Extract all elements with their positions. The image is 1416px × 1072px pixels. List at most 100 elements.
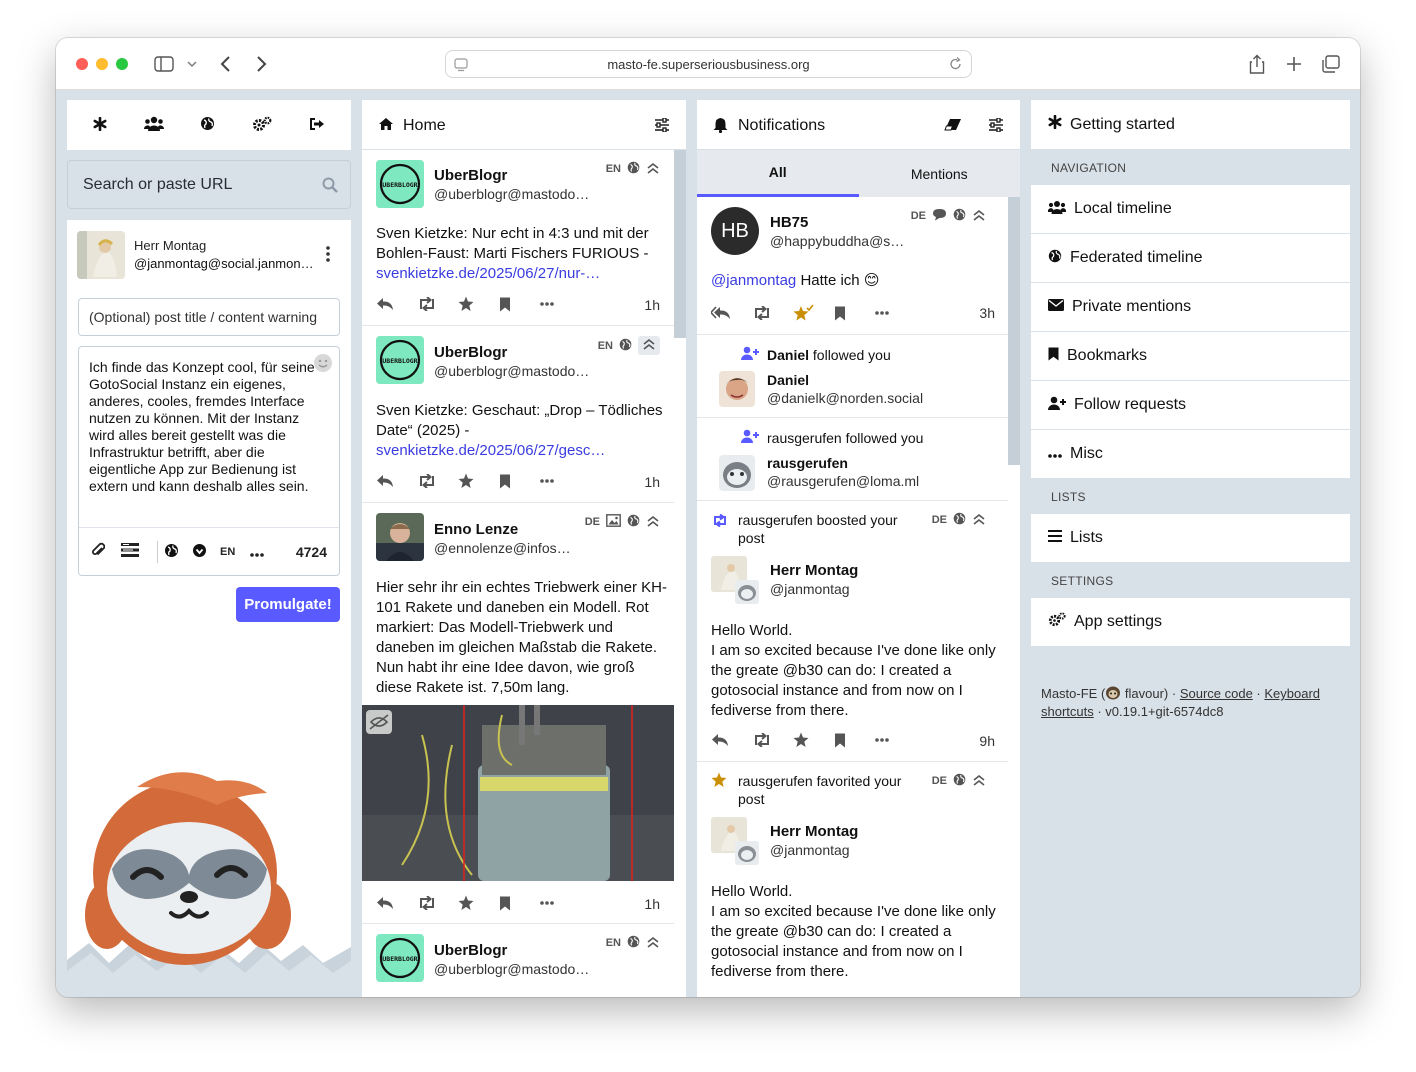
notification-boost[interactable]: rausgerufen boosted your post DE Herr Mo… — [697, 501, 1008, 762]
reply-icon[interactable] — [711, 733, 752, 747]
more-icon[interactable] — [540, 901, 581, 905]
star-icon[interactable] — [793, 732, 834, 748]
emoji-picker-icon[interactable] — [313, 353, 333, 376]
federation-icon[interactable] — [192, 543, 220, 561]
tab-all[interactable]: All — [697, 150, 859, 197]
reply-all-icon[interactable] — [711, 306, 752, 320]
reply-icon[interactable] — [376, 297, 417, 311]
nav-federated-timeline[interactable]: Federated timeline — [1031, 234, 1350, 283]
avatar[interactable] — [77, 231, 125, 279]
forward-icon[interactable] — [249, 52, 273, 76]
status-item[interactable]: UBERBLOGR UberBlogr @uberblogr@mastodo… … — [362, 326, 674, 503]
notification-mention[interactable]: HB HB75 @happybuddha@s… DE @janmontag Ha… — [697, 197, 1008, 335]
collapse-icon[interactable] — [646, 162, 660, 177]
more-icon[interactable] — [540, 479, 581, 483]
star-icon[interactable] — [458, 895, 499, 911]
back-icon[interactable] — [214, 52, 238, 76]
eraser-icon[interactable] — [944, 118, 962, 134]
zoom-button[interactable] — [116, 58, 128, 70]
avatar[interactable] — [711, 817, 759, 865]
notification-follow[interactable]: rausgerufen followed you rausgerufen @ra… — [697, 418, 1008, 501]
display-name[interactable]: Daniel — [767, 372, 809, 388]
display-name[interactable]: HB75 — [770, 214, 808, 231]
status-link[interactable]: svenkietzke.de/2025/06/27/nur-… — [376, 265, 600, 282]
collapse-icon[interactable] — [972, 774, 986, 789]
content-warning-input[interactable]: (Optional) post title / content warning — [78, 298, 340, 336]
avatar[interactable] — [719, 371, 755, 407]
minimize-button[interactable] — [96, 58, 108, 70]
more-icon[interactable] — [875, 738, 916, 742]
notification-follow[interactable]: Daniel followed you Daniel @danielk@nord… — [697, 335, 1008, 418]
nav-follow-requests[interactable]: Follow requests — [1031, 381, 1350, 430]
scrollbar[interactable] — [1008, 197, 1020, 465]
submit-button[interactable]: Promulgate! — [236, 587, 340, 622]
boost-icon[interactable] — [752, 733, 793, 747]
collapse-icon[interactable] — [646, 515, 660, 530]
bookmark-icon[interactable] — [499, 297, 540, 312]
avatar[interactable]: UBERBLOGR — [376, 336, 424, 384]
tab-mentions[interactable]: Mentions — [859, 150, 1021, 197]
more-icon[interactable] — [540, 302, 581, 306]
column-settings-icon[interactable] — [654, 117, 670, 135]
nav-local-timeline[interactable]: Local timeline — [1031, 185, 1350, 234]
status-time[interactable]: 1h — [644, 297, 660, 313]
visibility-globe-icon[interactable] — [164, 543, 192, 561]
status-time[interactable]: 1h — [644, 474, 660, 490]
status-time[interactable]: 3h — [979, 305, 995, 321]
collapse-icon[interactable] — [972, 209, 986, 224]
address-bar[interactable]: masto-fe.superseriousbusiness.org — [445, 50, 972, 78]
notifications-header[interactable]: Notifications — [697, 100, 1020, 150]
close-button[interactable] — [76, 58, 88, 70]
collapse-icon[interactable] — [638, 336, 660, 355]
more-icon[interactable] — [875, 311, 916, 315]
avatar[interactable] — [719, 455, 755, 491]
paperclip-icon[interactable] — [91, 542, 121, 561]
status-link[interactable]: svenkietzke.de/2025/06/27/gesc… — [376, 442, 605, 459]
boost-icon[interactable] — [417, 297, 458, 311]
reply-icon[interactable] — [376, 896, 417, 910]
nav-bookmarks[interactable]: Bookmarks — [1031, 332, 1350, 381]
status-item[interactable]: Enno Lenze @ennolenze@infos… DE Hier seh… — [362, 503, 674, 924]
display-name[interactable]: UberBlogr — [434, 167, 507, 184]
media-attachment[interactable] — [362, 705, 674, 881]
nav-misc[interactable]: Misc — [1031, 430, 1350, 479]
boost-icon[interactable] — [417, 896, 458, 910]
home-header[interactable]: Home — [362, 100, 686, 150]
mention-link[interactable]: @janmontag — [711, 272, 796, 289]
status-item[interactable]: UBERBLOGR UberBlogr @uberblogr@mastodo… … — [362, 924, 674, 997]
display-name[interactable]: Enno Lenze — [434, 521, 518, 538]
logout-icon[interactable] — [309, 117, 325, 134]
status-item[interactable]: UBERBLOGR UberBlogr @uberblogr@mastodo… … — [362, 150, 674, 326]
star-icon-favorited[interactable] — [793, 304, 834, 322]
gears-icon[interactable] — [252, 116, 272, 135]
globe-icon[interactable] — [200, 116, 215, 134]
asterisk-icon[interactable] — [93, 116, 107, 134]
share-icon[interactable] — [1245, 52, 1269, 76]
avatar[interactable]: HB — [711, 207, 759, 255]
more-options-icon[interactable] — [250, 544, 284, 560]
source-code-link[interactable]: Source code — [1180, 686, 1253, 701]
search-icon[interactable] — [322, 177, 338, 198]
avatar[interactable] — [376, 513, 424, 561]
chevron-down-icon[interactable] — [180, 52, 204, 76]
nav-lists[interactable]: Lists — [1031, 514, 1350, 563]
sidebar-toggle-icon[interactable] — [152, 52, 176, 76]
collapse-icon[interactable] — [972, 513, 986, 528]
column-settings-icon[interactable] — [988, 117, 1004, 135]
display-name[interactable]: rausgerufen — [767, 455, 848, 471]
display-name[interactable]: Herr Montag — [770, 562, 858, 579]
nav-private-mentions[interactable]: Private mentions — [1031, 283, 1350, 332]
reload-icon[interactable] — [949, 57, 963, 74]
poll-icon[interactable] — [121, 543, 151, 560]
boost-icon[interactable] — [752, 306, 793, 320]
scrollbar[interactable] — [674, 150, 686, 338]
users-icon[interactable] — [143, 116, 164, 134]
bookmark-icon[interactable] — [834, 733, 875, 748]
collapse-icon[interactable] — [646, 936, 660, 951]
status-time[interactable]: 1h — [644, 896, 660, 912]
status-time[interactable]: 9h — [979, 733, 995, 749]
tabs-overview-icon[interactable] — [1319, 52, 1343, 76]
avatar[interactable]: UBERBLOGR — [376, 934, 424, 982]
display-name[interactable]: UberBlogr — [434, 344, 507, 361]
bookmark-icon[interactable] — [499, 474, 540, 489]
